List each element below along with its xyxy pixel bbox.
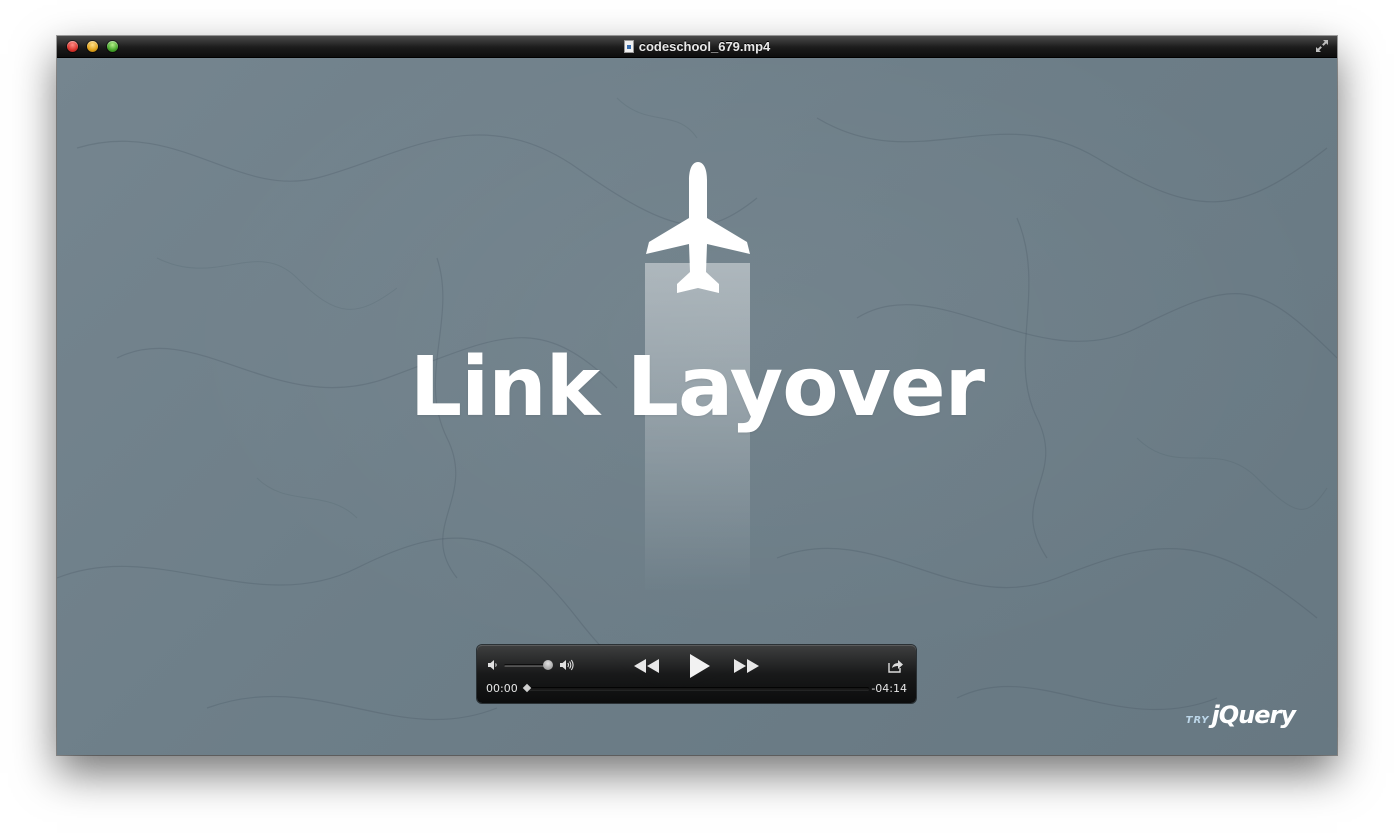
playhead[interactable] <box>522 683 532 693</box>
video-area[interactable]: Link Layover TRYjQuery 00:00 -04:14 <box>57 58 1337 755</box>
player-window: codeschool_679.mp4 Link Layover TRYjQuer… <box>57 36 1337 755</box>
brand-prefix: TRY <box>1185 715 1210 726</box>
rewind-icon[interactable] <box>633 658 661 674</box>
brand-name: jQuery <box>1211 701 1296 729</box>
title-bar[interactable]: codeschool_679.mp4 <box>57 36 1337 58</box>
fast-forward-icon[interactable] <box>732 658 760 674</box>
share-icon[interactable] <box>888 658 904 673</box>
playback-controller[interactable]: 00:00 -04:14 <box>477 645 916 703</box>
fullscreen-arrows-icon[interactable] <box>1315 39 1329 53</box>
speaker-high-icon[interactable] <box>559 658 575 672</box>
video-title: Link Layover <box>409 340 985 435</box>
window-title-container: codeschool_679.mp4 <box>57 38 1337 55</box>
remaining-time: -04:14 <box>871 682 907 695</box>
window-title: codeschool_679.mp4 <box>638 39 771 54</box>
timeline-scrubber[interactable] <box>529 687 869 690</box>
volume-knob[interactable] <box>543 660 553 670</box>
play-icon[interactable] <box>688 652 712 680</box>
brand-logo: TRYjQuery <box>1185 701 1296 729</box>
speaker-low-icon[interactable] <box>487 659 499 671</box>
current-time: 00:00 <box>486 682 518 695</box>
movie-file-icon <box>623 40 634 53</box>
airplane-icon <box>646 162 750 293</box>
